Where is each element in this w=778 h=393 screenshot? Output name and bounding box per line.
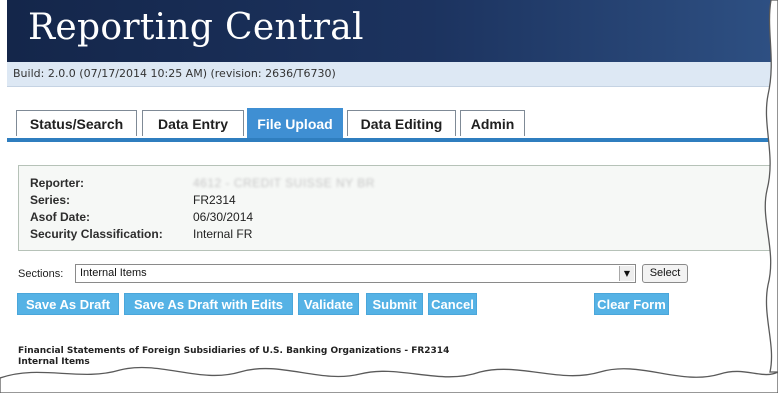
report-info-panel: Reporter: 4612 - CREDIT SUISSE NY BR Ser… bbox=[18, 165, 773, 251]
tab-file-upload[interactable]: File Upload bbox=[247, 108, 343, 138]
chevron-down-icon[interactable]: ▼ bbox=[619, 266, 634, 281]
tab-admin[interactable]: Admin bbox=[460, 110, 525, 136]
series-label: Series: bbox=[30, 193, 71, 207]
build-bar: Build: 2.0.0 (07/17/2014 10:25 AM) (revi… bbox=[7, 62, 778, 87]
tab-underline bbox=[7, 138, 778, 142]
build-info: Build: 2.0.0 (07/17/2014 10:25 AM) (revi… bbox=[13, 67, 336, 80]
tab-status-search[interactable]: Status/Search bbox=[16, 110, 137, 136]
submit-button[interactable]: Submit bbox=[366, 293, 423, 315]
validate-button[interactable]: Validate bbox=[298, 293, 359, 315]
tab-data-entry[interactable]: Data Entry bbox=[142, 110, 244, 136]
form-title: Financial Statements of Foreign Subsidia… bbox=[18, 346, 449, 368]
tab-bar: Status/Search Data Entry File Upload Dat… bbox=[7, 108, 778, 140]
select-button[interactable]: Select bbox=[642, 264, 688, 283]
security-label: Security Classification: bbox=[30, 227, 163, 241]
sections-label: Sections: bbox=[18, 268, 64, 280]
app-header: Reporting Central bbox=[7, 0, 778, 62]
tab-data-editing[interactable]: Data Editing bbox=[347, 110, 456, 136]
series-value: FR2314 bbox=[193, 193, 236, 207]
form-title-line1: Financial Statements of Foreign Subsidia… bbox=[18, 346, 450, 356]
asof-value: 06/30/2014 bbox=[193, 210, 254, 224]
asof-label: Asof Date: bbox=[30, 210, 91, 224]
save-as-draft-button[interactable]: Save As Draft bbox=[17, 293, 119, 315]
reporter-value: 4612 - CREDIT SUISSE NY BR bbox=[193, 176, 375, 190]
clear-form-button[interactable]: Clear Form bbox=[594, 293, 669, 315]
app-window: Reporting Central Build: 2.0.0 (07/17/20… bbox=[7, 0, 778, 393]
sections-selected-value: Internal Items bbox=[80, 267, 147, 279]
save-as-draft-with-edits-button[interactable]: Save As Draft with Edits bbox=[124, 293, 293, 315]
security-value: Internal FR bbox=[193, 227, 253, 241]
form-title-line2: Internal Items bbox=[18, 357, 90, 367]
app-title: Reporting Central bbox=[28, 7, 364, 48]
sections-select[interactable]: Internal Items ▼ bbox=[75, 264, 636, 283]
cancel-button[interactable]: Cancel bbox=[428, 293, 477, 315]
reporter-label: Reporter: bbox=[30, 176, 85, 190]
